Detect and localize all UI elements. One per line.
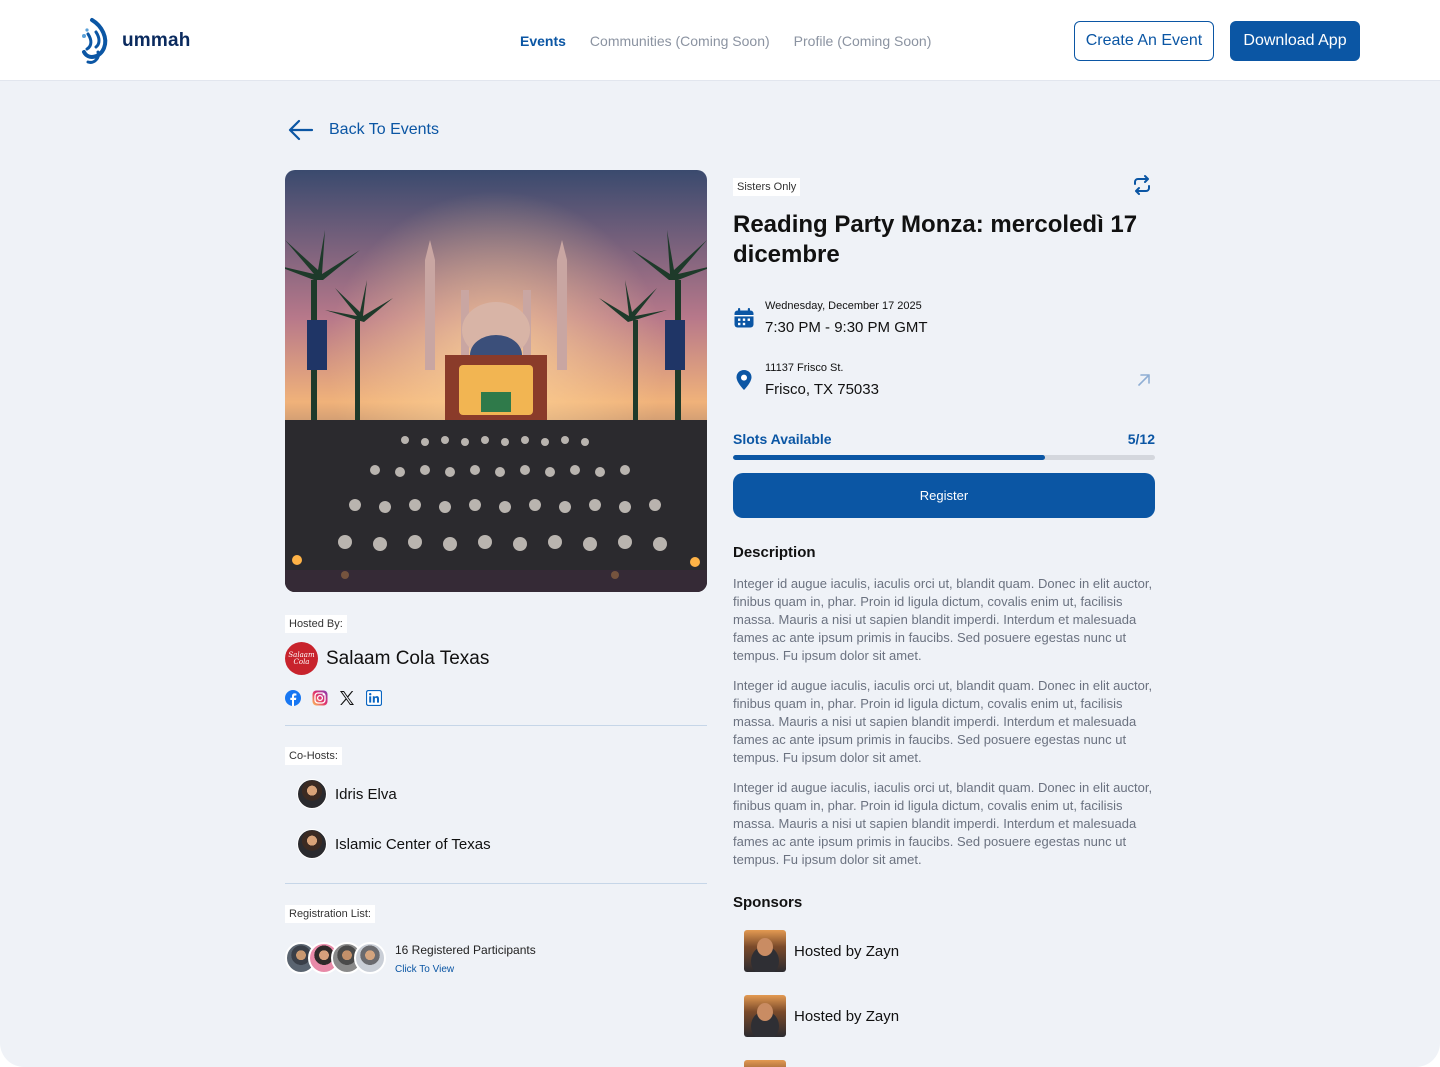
event-time: 7:30 PM - 9:30 PM GMT xyxy=(765,319,928,336)
location-pin-icon xyxy=(736,370,752,390)
mosque-scene-illustration xyxy=(285,170,707,592)
avatar xyxy=(354,942,386,974)
view-registrations-link[interactable]: Click To View xyxy=(395,964,454,975)
avatar xyxy=(297,829,327,859)
create-event-button[interactable]: Create An Event xyxy=(1074,21,1214,61)
sponsor-item[interactable]: Hosted by Zayn xyxy=(744,930,899,972)
cohost-item[interactable]: Idris Elva xyxy=(297,779,397,809)
event-cover-image xyxy=(285,170,707,592)
address-line2: Frisco, TX 75033 xyxy=(765,381,879,398)
description-paragraph: Integer id augue iaculis, iaculis orci u… xyxy=(733,576,1153,663)
hosted-by-label: Hosted By: xyxy=(285,615,347,633)
host-avatar: Salaam Cola xyxy=(285,642,318,675)
section-divider xyxy=(285,883,707,884)
brand-logo[interactable]: ummah xyxy=(78,16,191,66)
ummah-logo-icon xyxy=(82,18,108,64)
facebook-icon[interactable] xyxy=(285,690,301,706)
slots-count: 5/12 xyxy=(1127,431,1155,447)
slots-label: Slots Available xyxy=(733,431,832,447)
nav-communities[interactable]: Communities (Coming Soon) xyxy=(590,33,770,49)
description-paragraph: Integer id augue iaculis, iaculis orci u… xyxy=(733,780,1153,867)
nav-events[interactable]: Events xyxy=(520,33,566,49)
page-frame: ummah Events Communities (Coming Soon) P… xyxy=(0,0,1440,1067)
audience-tag: Sisters Only xyxy=(733,178,801,196)
host-name: Salaam Cola Texas xyxy=(326,647,490,669)
event-date: Wednesday, December 17 2025 xyxy=(765,300,922,312)
registered-avatars[interactable] xyxy=(285,942,386,974)
event-title: Reading Party Monza: mercoledì 17 dicemb… xyxy=(733,211,1138,268)
instagram-icon[interactable] xyxy=(312,690,328,706)
cohosts-label: Co-Hosts: xyxy=(285,747,342,765)
back-label: Back To Events xyxy=(329,121,439,138)
host-social-links xyxy=(285,689,383,707)
sponsor-avatar xyxy=(744,995,786,1037)
sponsor-avatar xyxy=(744,1060,786,1067)
cohost-name: Islamic Center of Texas xyxy=(335,835,491,853)
repeat-icon[interactable] xyxy=(1131,174,1153,196)
brand-name: ummah xyxy=(122,30,191,51)
calendar-icon xyxy=(734,308,754,328)
sponsor-item-partial xyxy=(744,1060,786,1067)
address-line1: 11137 Frisco St. xyxy=(765,362,844,374)
sponsors-heading: Sponsors xyxy=(733,894,803,911)
registration-label: Registration List: xyxy=(285,905,375,923)
sponsor-name: Hosted by Zayn xyxy=(794,1007,900,1025)
top-header: ummah Events Communities (Coming Soon) P… xyxy=(0,0,1440,81)
slots-progress-bar xyxy=(733,455,1155,460)
cohost-item[interactable]: Islamic Center of Texas xyxy=(297,829,491,859)
description-paragraph: Integer id augue iaculis, iaculis orci u… xyxy=(733,678,1153,765)
back-to-events-link[interactable]: Back To Events xyxy=(287,116,439,144)
linkedin-icon[interactable] xyxy=(365,689,383,707)
slots-progress-fill xyxy=(733,455,1046,460)
avatar xyxy=(297,779,327,809)
sponsor-item[interactable]: Hosted by Zayn xyxy=(744,995,899,1037)
sponsor-avatar xyxy=(744,930,786,972)
register-button[interactable]: Register xyxy=(733,473,1155,518)
download-app-button[interactable]: Download App xyxy=(1230,21,1360,61)
main-nav: Events Communities (Coming Soon) Profile… xyxy=(520,33,931,49)
open-map-icon[interactable] xyxy=(1136,372,1152,388)
nav-profile[interactable]: Profile (Coming Soon) xyxy=(794,33,932,49)
cohost-name: Idris Elva xyxy=(335,785,397,803)
registered-count: 16 Registered Participants xyxy=(395,943,536,957)
host-profile[interactable]: Salaam Cola Salaam Cola Texas xyxy=(285,642,489,675)
x-icon[interactable] xyxy=(339,690,355,706)
arrow-left-icon xyxy=(288,119,314,141)
sponsor-name: Hosted by Zayn xyxy=(794,942,900,960)
section-divider xyxy=(285,725,707,726)
description-heading: Description xyxy=(733,544,816,561)
